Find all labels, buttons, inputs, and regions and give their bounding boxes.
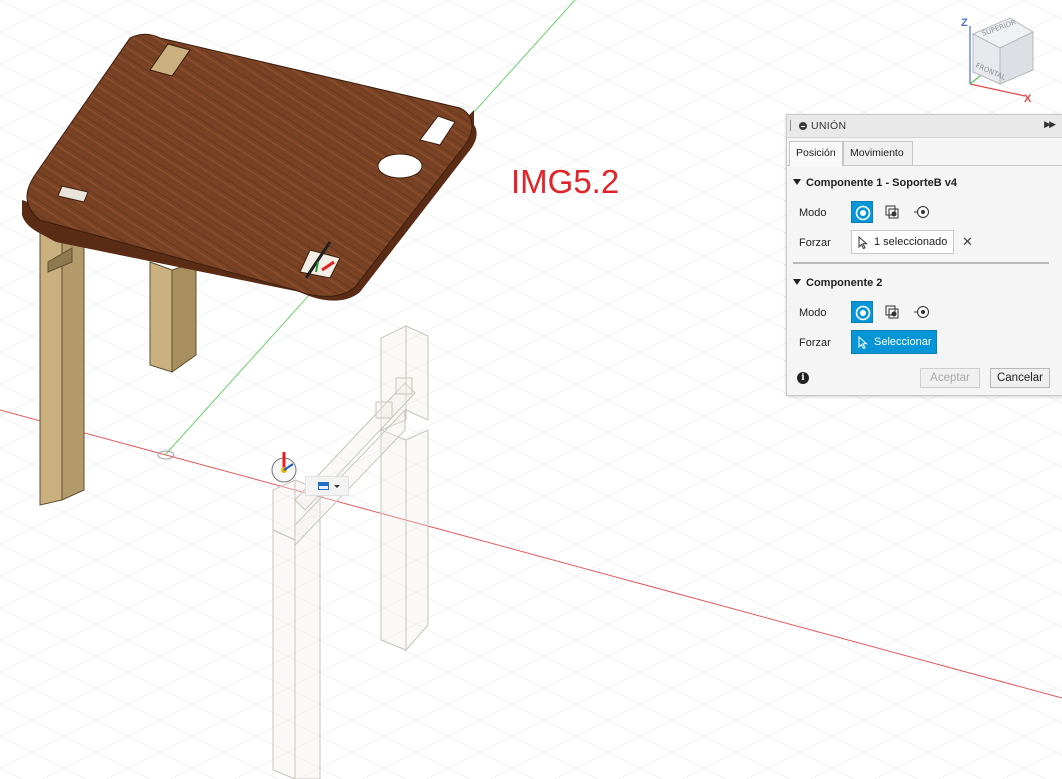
between-two-faces-icon[interactable] [881,201,903,223]
two-edge-intersection-icon[interactable] [911,201,933,223]
image-reference-label: IMG5.2 [511,163,620,200]
info-icon[interactable]: i [797,372,809,384]
drag-grip-icon[interactable] [790,120,793,131]
component-1-title: Componente 1 - SoporteB v4 [806,177,957,189]
cursor-icon [858,236,868,249]
tab-movimiento[interactable]: Movimiento [843,141,913,165]
component-2-title: Componente 2 [806,277,883,289]
component-1-snap-label: Forzar [799,237,831,249]
simple-mode-icon[interactable] [851,201,873,223]
component-1-snap-value: 1 seleccionado [874,236,948,248]
tab-posicion[interactable]: Posición [789,141,843,166]
component-2-snap-value: Seleccionar [874,336,932,348]
view-cube[interactable]: SUPERIOR FRONTAL Z X [955,14,1045,106]
between-two-faces-icon[interactable] [881,301,903,323]
component-2-snap-label: Forzar [799,337,831,349]
ok-button[interactable]: Aceptar [920,368,980,388]
joint-mini-toolbar[interactable] [305,476,349,496]
dialog-tabs: Posición Movimiento [787,141,1062,166]
cursor-icon [858,336,868,349]
stop-icon [799,122,807,130]
dialog-title: UNIÓN [811,120,847,132]
component-1-snap-select[interactable]: 1 seleccionado [851,230,955,254]
dialog-header[interactable]: UNIÓN ▶▶ [787,115,1062,138]
cube-z-label: Z [961,17,968,29]
component-2-mode-label: Modo [799,307,827,319]
section-divider [793,262,1049,264]
two-edge-intersection-icon[interactable] [911,301,933,323]
cube-x-label: X [1024,93,1032,105]
collapse-triangle-icon[interactable] [793,179,801,185]
component-1-header[interactable]: Componente 1 - SoporteB v4 [793,177,957,189]
display-mode-icon[interactable] [306,477,348,495]
component-1-mode-label: Modo [799,207,827,219]
component-2-snap-select[interactable]: Seleccionar [851,330,937,354]
expand-icon[interactable]: ▶▶ [1044,119,1056,130]
cup-hole [377,153,423,179]
clear-selection-icon[interactable]: ✕ [962,234,973,250]
cancel-button[interactable]: Cancelar [990,368,1050,388]
simple-mode-icon[interactable] [851,301,873,323]
component-2-header[interactable]: Componente 2 [793,277,882,289]
collapse-triangle-icon[interactable] [793,279,801,285]
joint-dialog: UNIÓN ▶▶ Posición Movimiento Componente … [786,114,1062,396]
